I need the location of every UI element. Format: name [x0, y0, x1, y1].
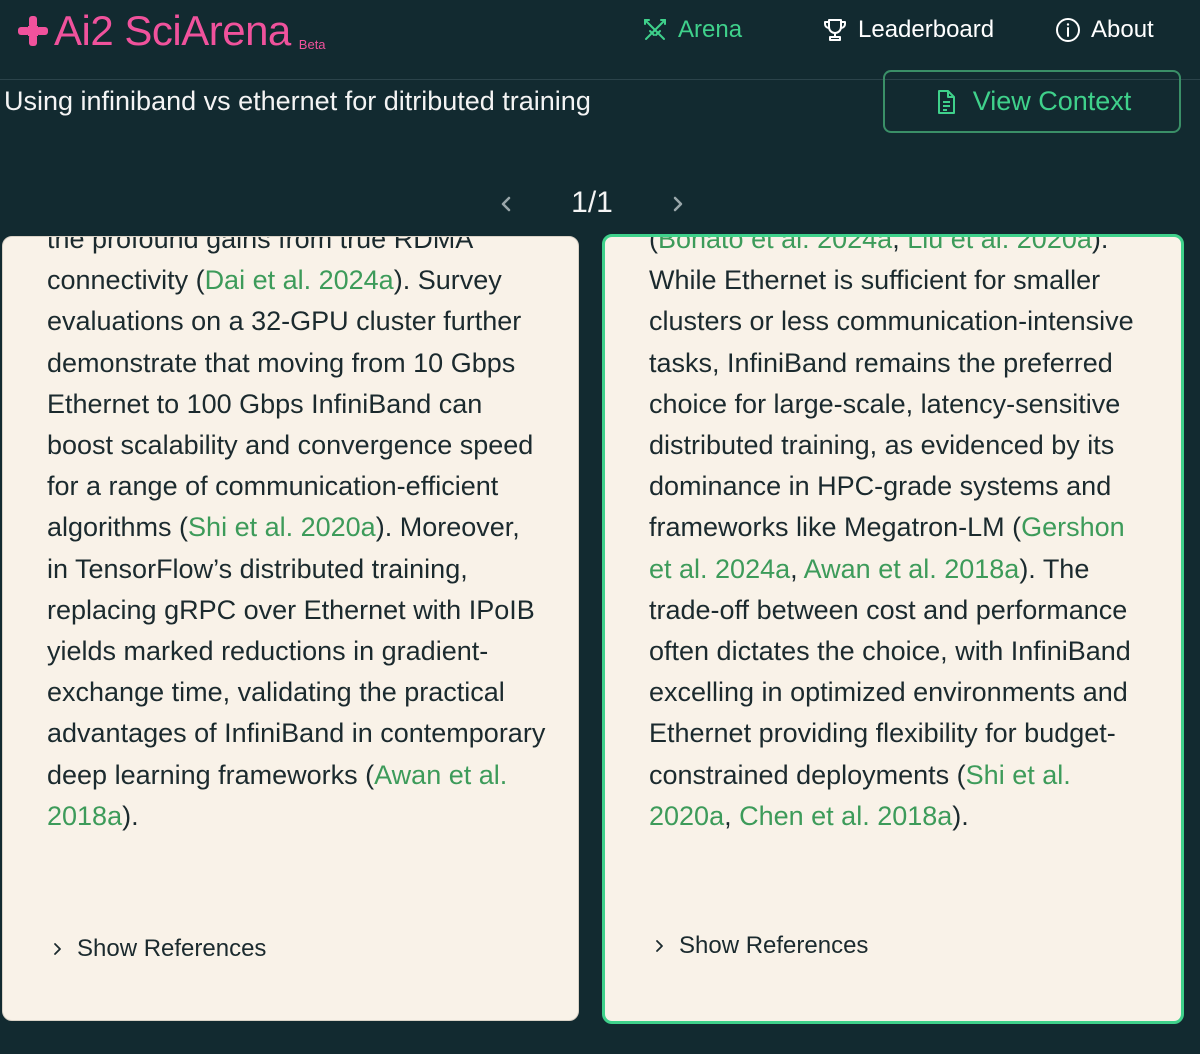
view-context-button[interactable]: View Context	[883, 70, 1181, 133]
body-text: (	[649, 234, 658, 254]
response-card-b[interactable]: (Bonato et al. 2024a, Liu et al. 2020a).…	[602, 234, 1184, 1024]
app-root: Ai2 SciArena Beta Arena Leaderboard Abou…	[0, 0, 1200, 1054]
citation-link[interactable]: Liu et al. 2020a	[907, 237, 1092, 254]
chevron-right-icon	[656, 940, 663, 952]
show-references-label: Show References	[679, 932, 869, 959]
nav-about[interactable]: About	[1055, 14, 1154, 46]
body-text: ).	[952, 800, 969, 831]
pager-count: 1/1	[571, 186, 613, 219]
document-icon	[937, 89, 955, 114]
trophy-icon	[824, 19, 846, 41]
body-text: ).	[122, 800, 139, 831]
body-text: ). While Ethernet is sufficient for smal…	[649, 234, 1134, 543]
response-text: the profound gains from true RDMA connec…	[47, 237, 547, 837]
citation-link[interactable]: Shi et al. 2020a	[188, 512, 376, 542]
nav-about-label: About	[1091, 16, 1154, 43]
response-card-a[interactable]: the profound gains from true RDMA connec…	[2, 236, 579, 1021]
show-references-label: Show References	[77, 935, 267, 962]
brand-logo-link[interactable]: Ai2 SciArena Beta	[16, 8, 326, 54]
nav-leaderboard[interactable]: Leaderboard	[822, 14, 994, 46]
beta-badge: Beta	[298, 37, 326, 52]
body-text: ,	[724, 800, 740, 831]
body-text: ,	[790, 553, 804, 584]
question-title: Using infiniband vs ethernet for ditribu…	[4, 86, 591, 116]
nav-arena-label: Arena	[678, 16, 743, 43]
response-text: (Bonato et al. 2024a, Liu et al. 2020a).…	[649, 234, 1149, 837]
response-pager: 1/1	[490, 182, 694, 226]
citation-link[interactable]: Bonato et al. 2024a	[658, 237, 892, 254]
citation-link[interactable]: Chen et al. 2018a	[739, 801, 952, 831]
crossed-swords-icon	[644, 19, 666, 40]
citation-link[interactable]: Awan et al. 2018a	[804, 554, 1020, 584]
body-text: ). Moreover, in TensorFlow’s distributed…	[47, 512, 546, 790]
nav-leaderboard-label: Leaderboard	[858, 16, 995, 43]
info-icon	[1056, 18, 1080, 42]
show-references-toggle[interactable]: Show References	[49, 935, 266, 963]
body-text: ). Survey evaluations on a 32-GPU cluste…	[47, 265, 534, 543]
body-text: ). The trade-off between cost and perfor…	[649, 553, 1131, 790]
view-context-label: View Context	[972, 86, 1132, 116]
chevron-right-icon	[54, 943, 61, 955]
top-nav-bar: Ai2 SciArena Beta Arena Leaderboard Abou…	[0, 0, 1200, 80]
body-text: ,	[892, 234, 908, 254]
brand-name: Ai2 SciArena	[54, 7, 291, 54]
ai2-logo-icon	[18, 16, 48, 46]
citation-link[interactable]: Dai et al. 2024a	[205, 265, 394, 295]
chevron-right-icon[interactable]	[666, 192, 690, 216]
nav-arena[interactable]: Arena	[642, 14, 742, 46]
show-references-toggle[interactable]: Show References	[651, 932, 868, 960]
